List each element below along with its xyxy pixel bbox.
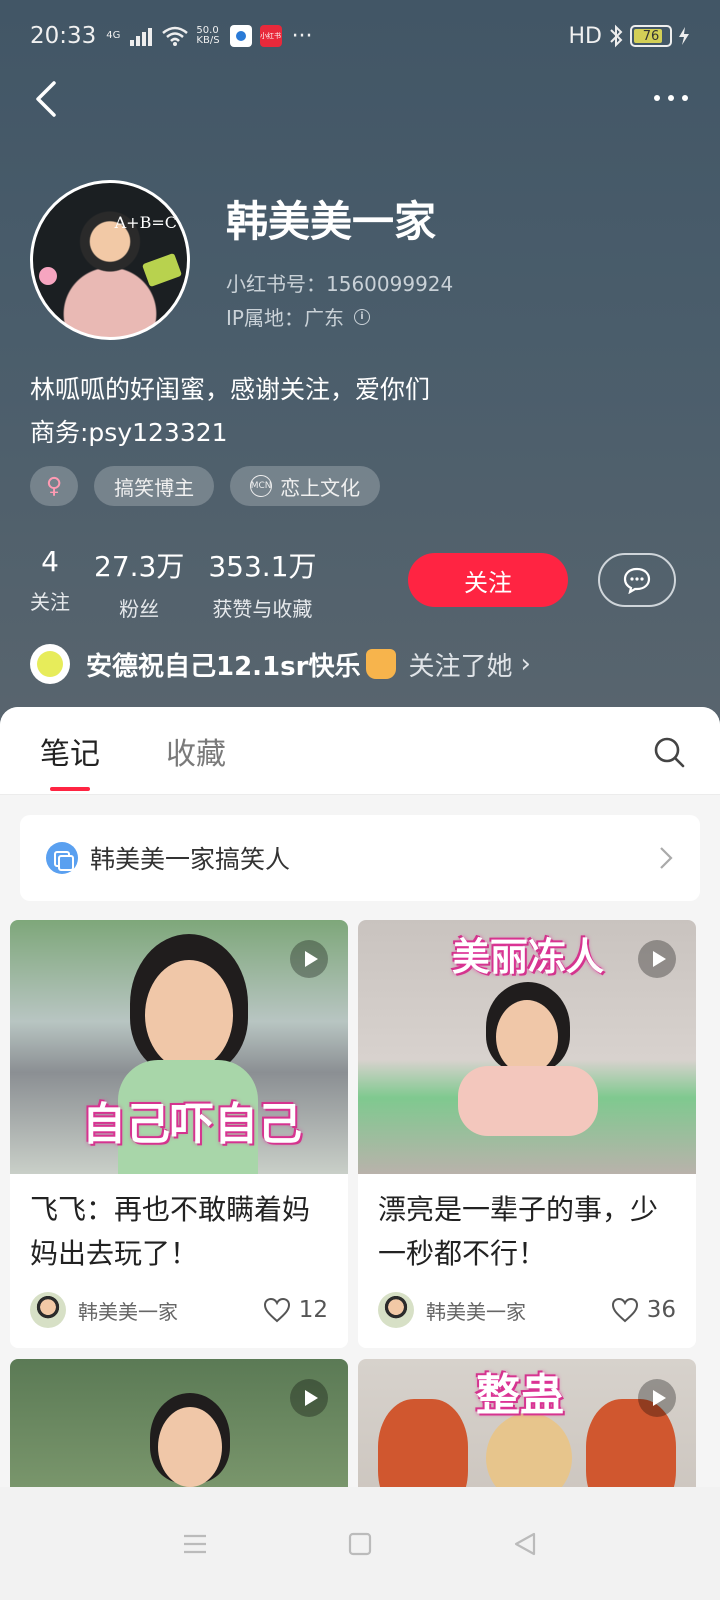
note-overlay-text: 整蛊 [476,1370,564,1421]
signal-icon [130,26,154,46]
chevron-right-icon: › [520,649,531,679]
cake-icon [366,649,397,679]
search-icon [654,737,685,768]
profile-header: 20:33 4G 50.0 KB/S 小红书 ··· HD 76 A+B=C 韩… [0,0,720,740]
xiaohongshu-notification-icon: 小红书 [259,25,282,47]
app-notification-icon [229,25,252,47]
note-card[interactable]: 美丽冻人 漂亮是一辈子的事，少一秒都不行！ 韩美美一家 36 [358,920,696,1348]
collection-label: 韩美美一家搞笑人 [90,845,291,874]
play-icon [638,1379,676,1417]
friend-action: 关注了她 [408,651,513,682]
wifi-icon [162,26,189,46]
network-type: 4G [106,30,121,41]
tab-collections[interactable]: 收藏 [166,729,226,773]
back-button[interactable] [28,75,68,123]
stat-likes-collections[interactable]: 353.1万 获赞与收藏 [208,545,316,622]
note-thumbnail: 整蛊 [358,1359,696,1487]
mcn-tag-label: 恋上文化 [280,475,361,500]
profile-tags: ♀ 搞笑博主 MCN 恋上文化 [30,466,381,506]
like-button[interactable]: 12 [263,1297,328,1323]
author-avatar [378,1292,414,1328]
like-button[interactable]: 36 [611,1297,676,1323]
chat-bubble-icon [623,567,651,594]
note-title: 漂亮是一辈子的事，少一秒都不行！ [378,1193,659,1270]
heart-icon [263,1297,290,1323]
avatar-chalk-text: A+B=C [114,213,177,232]
content-tabs: 笔记 收藏 [0,707,720,795]
charging-icon [679,27,689,45]
note-card[interactable]: 整蛊 [358,1359,696,1487]
mcn-tag[interactable]: MCN 恋上文化 [230,466,381,506]
note-thumbnail [10,1359,348,1487]
like-count: 36 [646,1297,676,1323]
info-icon: i [353,308,370,325]
chevron-right-icon [660,847,673,869]
friend-name: 安德祝自己12.1sr快乐 [86,651,361,682]
friend-follow-notice[interactable]: 安德祝自己12.1sr快乐 关注了她 › [30,644,531,684]
collection-icon [46,842,78,874]
stat-followers[interactable]: 27.3万 粉丝 [94,545,184,622]
menu-icon[interactable] [182,1533,208,1555]
search-button[interactable] [652,735,686,769]
note-overlay-text: 自己吓自己 [82,1099,302,1150]
note-meta: 韩美美一家 12 [10,1278,348,1348]
profile-ip-location[interactable]: IP属地：广东 i [226,302,370,331]
battery-icon: 76 [630,25,672,47]
note-card[interactable] [10,1359,348,1487]
author-name: 韩美美一家 [78,1299,178,1324]
back-triangle-icon[interactable] [512,1531,538,1557]
category-tag[interactable]: 搞笑博主 [94,466,215,506]
content-panel: 笔记 收藏 韩美美一家搞笑人 自己吓自己 飞飞：再也不敢瞒着妈妈出去玩了！ 韩美… [0,707,720,1487]
message-button[interactable] [598,553,676,607]
profile-user-id: 小红书号：1560099924 [226,272,454,296]
note-title: 飞飞：再也不敢瞒着妈妈出去玩了！ [30,1193,311,1270]
tab-notes[interactable]: 笔记 [40,729,100,791]
more-notifications: ··· [291,23,313,49]
more-button[interactable] [646,80,696,116]
author-name: 韩美美一家 [426,1299,526,1324]
follow-button[interactable]: 关注 [408,553,568,607]
back-chevron-icon [36,81,56,117]
more-dots-icon [654,95,660,101]
stat-following[interactable]: 4 关注 [30,545,70,622]
profile-stats: 4 关注 27.3万 粉丝 353.1万 获赞与收藏 [30,545,341,622]
profile-avatar[interactable]: A+B=C [30,180,190,340]
profile-bio: 林呱呱的好闺蜜，感谢关注，爱你们 商务:psy123321 [30,368,430,454]
system-nav-bar [0,1487,720,1600]
friend-avatar [30,644,70,684]
avatar-book [141,252,183,288]
status-time: 20:33 [30,23,97,49]
play-icon [290,940,328,978]
note-thumbnail: 美丽冻人 [358,920,696,1174]
gender-tag: ♀ [30,466,79,506]
author-avatar [30,1292,66,1328]
bio-line-2: 商务:psy123321 [30,418,228,447]
network-speed: 50.0 KB/S [196,25,220,46]
profile-nickname: 韩美美一家 [226,197,437,246]
status-bar: 20:33 4G 50.0 KB/S 小红书 ··· HD 76 [0,0,720,72]
bluetooth-icon [610,24,623,48]
heart-icon [611,1297,638,1323]
note-card[interactable]: 自己吓自己 飞飞：再也不敢瞒着妈妈出去玩了！ 韩美美一家 12 [10,920,348,1348]
avatar-flower [39,267,57,285]
bio-line-1: 林呱呱的好闺蜜，感谢关注，爱你们 [30,375,431,404]
home-icon[interactable] [348,1532,372,1556]
collection-entry[interactable]: 韩美美一家搞笑人 [20,815,700,901]
like-count: 12 [298,1297,328,1323]
mcn-icon: MCN [250,475,273,497]
note-overlay-text: 美丽冻人 [452,935,605,979]
hd-indicator: HD [568,23,602,49]
play-icon [290,1379,328,1417]
play-icon [638,940,676,978]
note-meta: 韩美美一家 36 [358,1278,696,1348]
note-thumbnail: 自己吓自己 [10,920,348,1174]
